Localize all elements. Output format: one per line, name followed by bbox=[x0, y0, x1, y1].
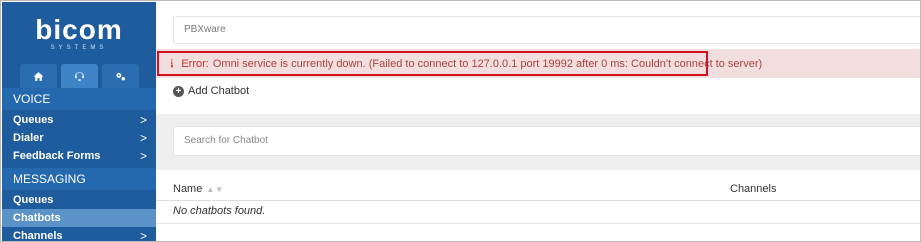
search-input[interactable]: Search for Chatbot bbox=[173, 126, 920, 156]
sidebar-item-label: Channels bbox=[13, 230, 63, 242]
support-icon bbox=[74, 71, 84, 81]
server-select-field[interactable]: PBXware bbox=[173, 16, 920, 44]
section-voice: VOICE bbox=[2, 88, 156, 110]
tab-support[interactable] bbox=[60, 64, 98, 88]
sidebar-icon-tabs bbox=[2, 64, 156, 88]
error-icon: ! bbox=[171, 59, 174, 68]
column-header-label: Channels bbox=[730, 183, 777, 195]
table-empty-message: No chatbots found. bbox=[173, 205, 266, 217]
sidebar-item-feedback-forms[interactable]: Feedback Forms > bbox=[2, 147, 156, 165]
add-chatbot-label: Add Chatbot bbox=[188, 85, 250, 97]
tab-settings[interactable] bbox=[101, 64, 139, 88]
column-header-channels: Channels bbox=[730, 183, 776, 195]
logo: bicom SYSTEMS bbox=[2, 2, 156, 64]
sidebar-item-label: Queues bbox=[13, 194, 54, 206]
home-icon bbox=[33, 71, 43, 81]
error-alert: ! Error: Omni service is currently down.… bbox=[157, 51, 762, 76]
error-message: Omni service is currently down. (Failed … bbox=[212, 57, 763, 70]
logo-subtext: SYSTEMS bbox=[50, 44, 108, 51]
sidebar-item-chatbots[interactable]: Chatbots bbox=[2, 209, 156, 227]
chevron-right-icon: > bbox=[139, 229, 147, 242]
column-header-name[interactable]: Name ▲▼ bbox=[173, 183, 224, 195]
error-label: Error: bbox=[181, 57, 209, 70]
column-header-label: Name bbox=[173, 183, 203, 195]
settings-icon bbox=[115, 72, 125, 80]
chevron-right-icon: > bbox=[139, 113, 147, 127]
sort-icon[interactable]: ▲▼ bbox=[206, 185, 224, 194]
table-row-divider bbox=[156, 223, 920, 224]
sidebar-item-voice-queues[interactable]: Queues > bbox=[2, 111, 156, 129]
sidebar-item-dialer[interactable]: Dialer > bbox=[2, 129, 156, 147]
sidebar-item-messaging-queues[interactable]: Queues bbox=[2, 191, 156, 209]
chevron-right-icon: > bbox=[139, 149, 147, 163]
sidebar-item-label: Feedback Forms bbox=[13, 150, 101, 162]
chevron-right-icon: > bbox=[139, 131, 147, 145]
table-header-divider bbox=[156, 200, 920, 201]
sidebar-item-label: Chatbots bbox=[13, 212, 61, 224]
sidebar-item-label: Queues bbox=[13, 114, 54, 126]
sidebar-item-channels[interactable]: Channels > bbox=[2, 227, 156, 242]
sidebar: bicom SYSTEMS VOICE Queues > Dialer > Fe… bbox=[2, 2, 156, 242]
add-chatbot-button[interactable]: + Add Chatbot bbox=[173, 85, 249, 97]
logo-text: bicom bbox=[35, 13, 123, 45]
section-messaging: MESSAGING bbox=[2, 168, 156, 190]
main-content: PBXware ! Error: Omni service is current… bbox=[156, 2, 920, 241]
plus-circle-icon: + bbox=[173, 85, 184, 97]
sidebar-item-label: Dialer bbox=[13, 132, 44, 144]
app-window: bicom SYSTEMS VOICE Queues > Dialer > Fe… bbox=[0, 0, 921, 242]
tab-home[interactable] bbox=[19, 64, 57, 88]
